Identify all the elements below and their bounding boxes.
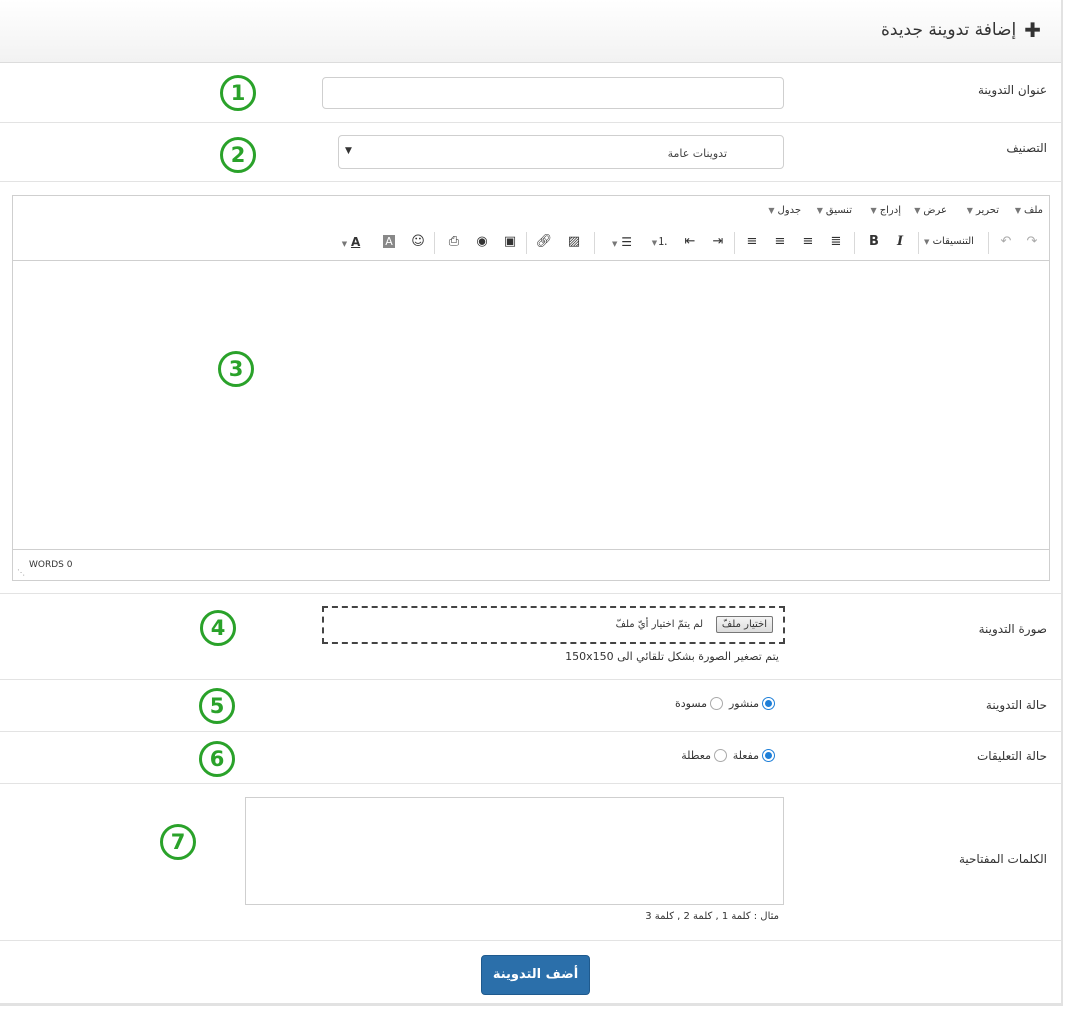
status-published-option[interactable]: منشور	[729, 697, 775, 710]
background-color-icon[interactable]: A	[379, 232, 399, 252]
comments-disabled-radio[interactable]	[714, 749, 727, 762]
divider	[0, 940, 1061, 941]
media-icon[interactable]: ▣	[501, 232, 519, 252]
annotation-marker-5: 5	[199, 688, 235, 724]
panel-title-text: إضافة تدوينة جديدة	[881, 20, 1017, 40]
menu-view[interactable]: عرض▼	[914, 205, 947, 216]
editor-toolbar: ↷ ↶ التنسيقات ▼ I B ≣ ≡ ≡ ≡ ⇥ ⇤ ⒈▼ ☰ ▼ ▨…	[13, 226, 1049, 261]
title-label: عنوان التدوينة	[977, 83, 1047, 97]
image-label: صورة التدوينة	[978, 622, 1047, 636]
align-center-icon[interactable]: ≡	[771, 232, 789, 252]
menu-insert[interactable]: إدراج▼	[871, 205, 901, 216]
word-count: WORDS 0	[29, 560, 73, 570]
category-selected-value: تدوينات عامة	[667, 147, 727, 160]
bullet-list-icon[interactable]: ☰ ▼	[605, 232, 639, 252]
resize-handle-icon[interactable]: ⋰	[17, 568, 25, 577]
annotation-marker-4: 4	[200, 610, 236, 646]
italic-icon[interactable]: I	[891, 232, 909, 252]
preview-icon[interactable]: ◉	[473, 232, 491, 252]
category-label: التصنيف	[1006, 141, 1047, 155]
comments-enabled-option[interactable]: مفعلة	[733, 749, 775, 762]
menu-edit[interactable]: تحرير▼	[967, 205, 999, 216]
indent-icon[interactable]: ⇥	[709, 232, 727, 252]
menu-file[interactable]: ملف▼	[1015, 205, 1043, 216]
keywords-label: الكلمات المفتاحية	[958, 852, 1047, 866]
annotation-marker-6: 6	[199, 741, 235, 777]
image-icon[interactable]: ▨	[565, 232, 583, 252]
rich-text-editor: ملف▼ تحرير▼ عرض▼ إدراج▼ تنسيق▼ جدول▼ ↷ ↶…	[12, 195, 1050, 581]
keywords-help-text: مثال : كلمة 1 , كلمة 2 , كلمة 3	[645, 911, 779, 922]
plus-icon: ✚	[1024, 18, 1041, 42]
status-published-radio[interactable]	[762, 697, 775, 710]
editor-content-area[interactable]	[13, 261, 1049, 550]
annotation-marker-3: 3	[218, 351, 254, 387]
dropdown-arrow-icon: ▼	[345, 146, 352, 156]
divider	[0, 783, 1061, 784]
category-row: التصنيف تدوينات عامة ▼ 2	[0, 123, 1061, 182]
annotation-marker-1: 1	[220, 75, 256, 111]
editor-statusbar: WORDS 0 ⋰	[13, 549, 1049, 580]
file-upload-dropzone[interactable]: اختيار ملفّ لم يتمّ اختيار أيّ ملفّ	[322, 606, 785, 644]
image-help-text: يتم تصغير الصورة بشكل تلقائي الى 150x150	[565, 650, 779, 663]
undo-icon[interactable]: ↶	[997, 232, 1015, 252]
category-select[interactable]: تدوينات عامة ▼	[338, 135, 784, 169]
align-right-icon[interactable]: ≡	[799, 232, 817, 252]
bold-icon[interactable]: B	[865, 232, 883, 252]
comments-disabled-option[interactable]: معطلة	[681, 749, 727, 762]
menu-table[interactable]: جدول▼	[768, 205, 801, 216]
formats-dropdown[interactable]: التنسيقات ▼	[917, 232, 981, 252]
title-input[interactable]	[322, 77, 784, 109]
text-color-icon[interactable]: A ▼	[333, 232, 369, 252]
add-post-panel: ✚ إضافة تدوينة جديدة عنوان التدوينة 1 ال…	[0, 0, 1063, 1006]
no-file-text: لم يتمّ اختيار أيّ ملفّ	[615, 619, 703, 630]
numbered-list-icon[interactable]: ⒈▼	[647, 232, 673, 252]
status-draft-radio[interactable]	[710, 697, 723, 710]
title-row: عنوان التدوينة 1	[0, 63, 1061, 123]
divider	[0, 731, 1061, 732]
panel-header: ✚ إضافة تدوينة جديدة	[0, 0, 1061, 63]
choose-file-button[interactable]: اختيار ملفّ	[715, 616, 773, 633]
redo-icon[interactable]: ↷	[1023, 232, 1041, 252]
add-post-button[interactable]: أضف التدوينة	[481, 955, 590, 995]
status-label: حالة التدوينة	[985, 698, 1047, 712]
align-left-icon[interactable]: ≡	[743, 232, 761, 252]
print-icon[interactable]: ⎙	[445, 232, 463, 252]
menu-format[interactable]: تنسيق▼	[817, 205, 852, 216]
annotation-marker-7: 7	[160, 824, 196, 860]
status-draft-option[interactable]: مسودة	[675, 697, 723, 710]
outdent-icon[interactable]: ⇤	[681, 232, 699, 252]
annotation-marker-2: 2	[220, 137, 256, 173]
divider	[0, 679, 1061, 680]
editor-menubar: ملف▼ تحرير▼ عرض▼ إدراج▼ تنسيق▼ جدول▼	[13, 196, 1049, 226]
panel-title: ✚ إضافة تدوينة جديدة	[881, 20, 1041, 40]
align-justify-icon[interactable]: ≣	[827, 232, 845, 252]
link-icon[interactable]: 🔗︎	[535, 232, 553, 252]
divider	[0, 593, 1061, 594]
emoticons-icon[interactable]: ☺	[409, 232, 427, 252]
comments-enabled-radio[interactable]	[762, 749, 775, 762]
keywords-textarea[interactable]	[245, 797, 784, 905]
comments-label: حالة التعليقات	[977, 749, 1047, 763]
